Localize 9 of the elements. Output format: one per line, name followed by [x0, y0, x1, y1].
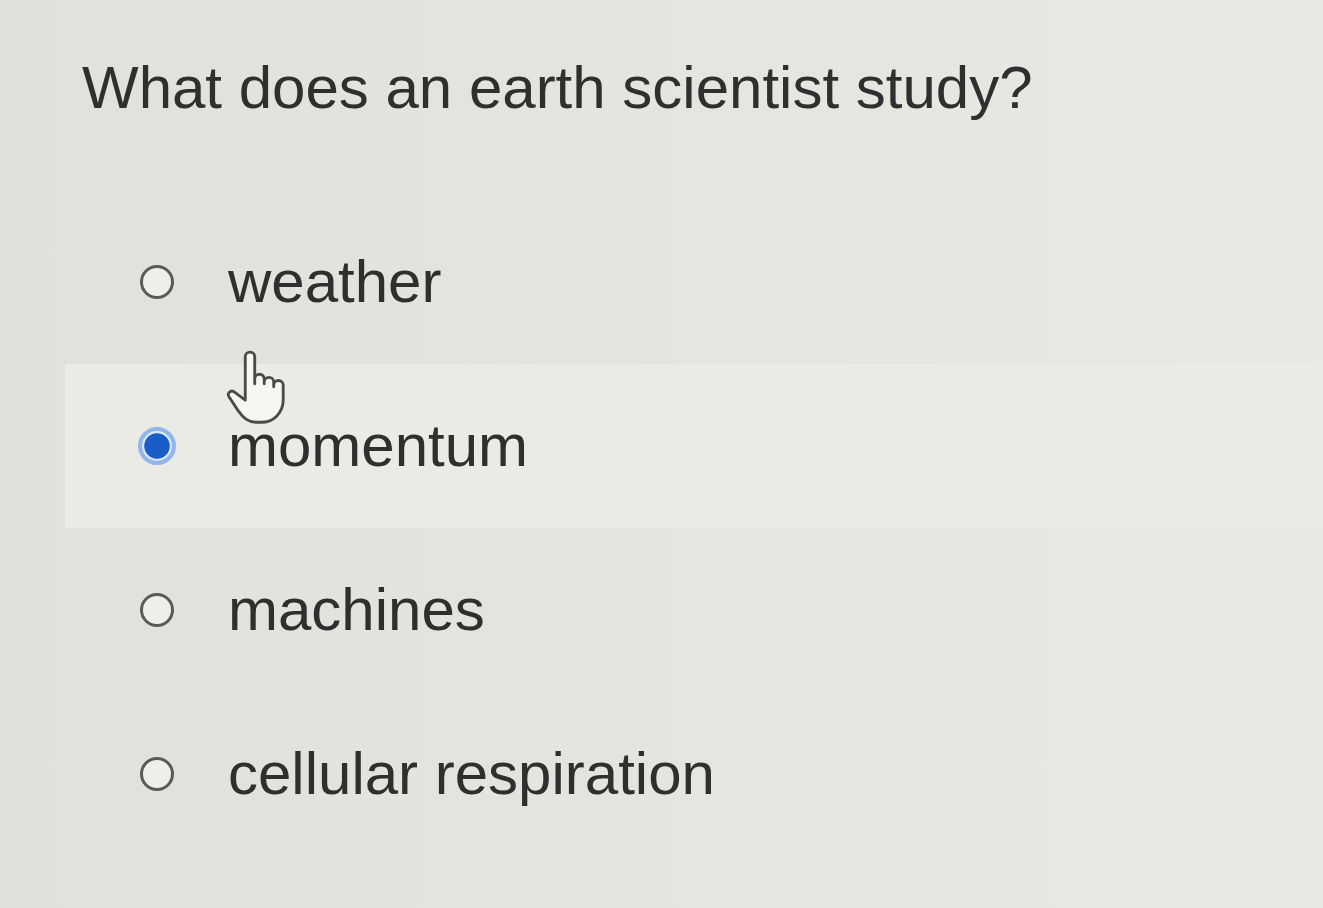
hand-pointer-icon	[225, 350, 287, 425]
radio-button[interactable]	[140, 265, 174, 299]
question-text: What does an earth scientist study?	[82, 53, 1033, 123]
radio-button[interactable]	[140, 757, 174, 791]
radio-button[interactable]	[140, 593, 174, 627]
option-label[interactable]: cellular respiration	[228, 739, 715, 809]
option-label[interactable]: machines	[228, 575, 485, 645]
option-label[interactable]: momentum	[228, 411, 529, 481]
option-label[interactable]: weather	[228, 247, 442, 317]
